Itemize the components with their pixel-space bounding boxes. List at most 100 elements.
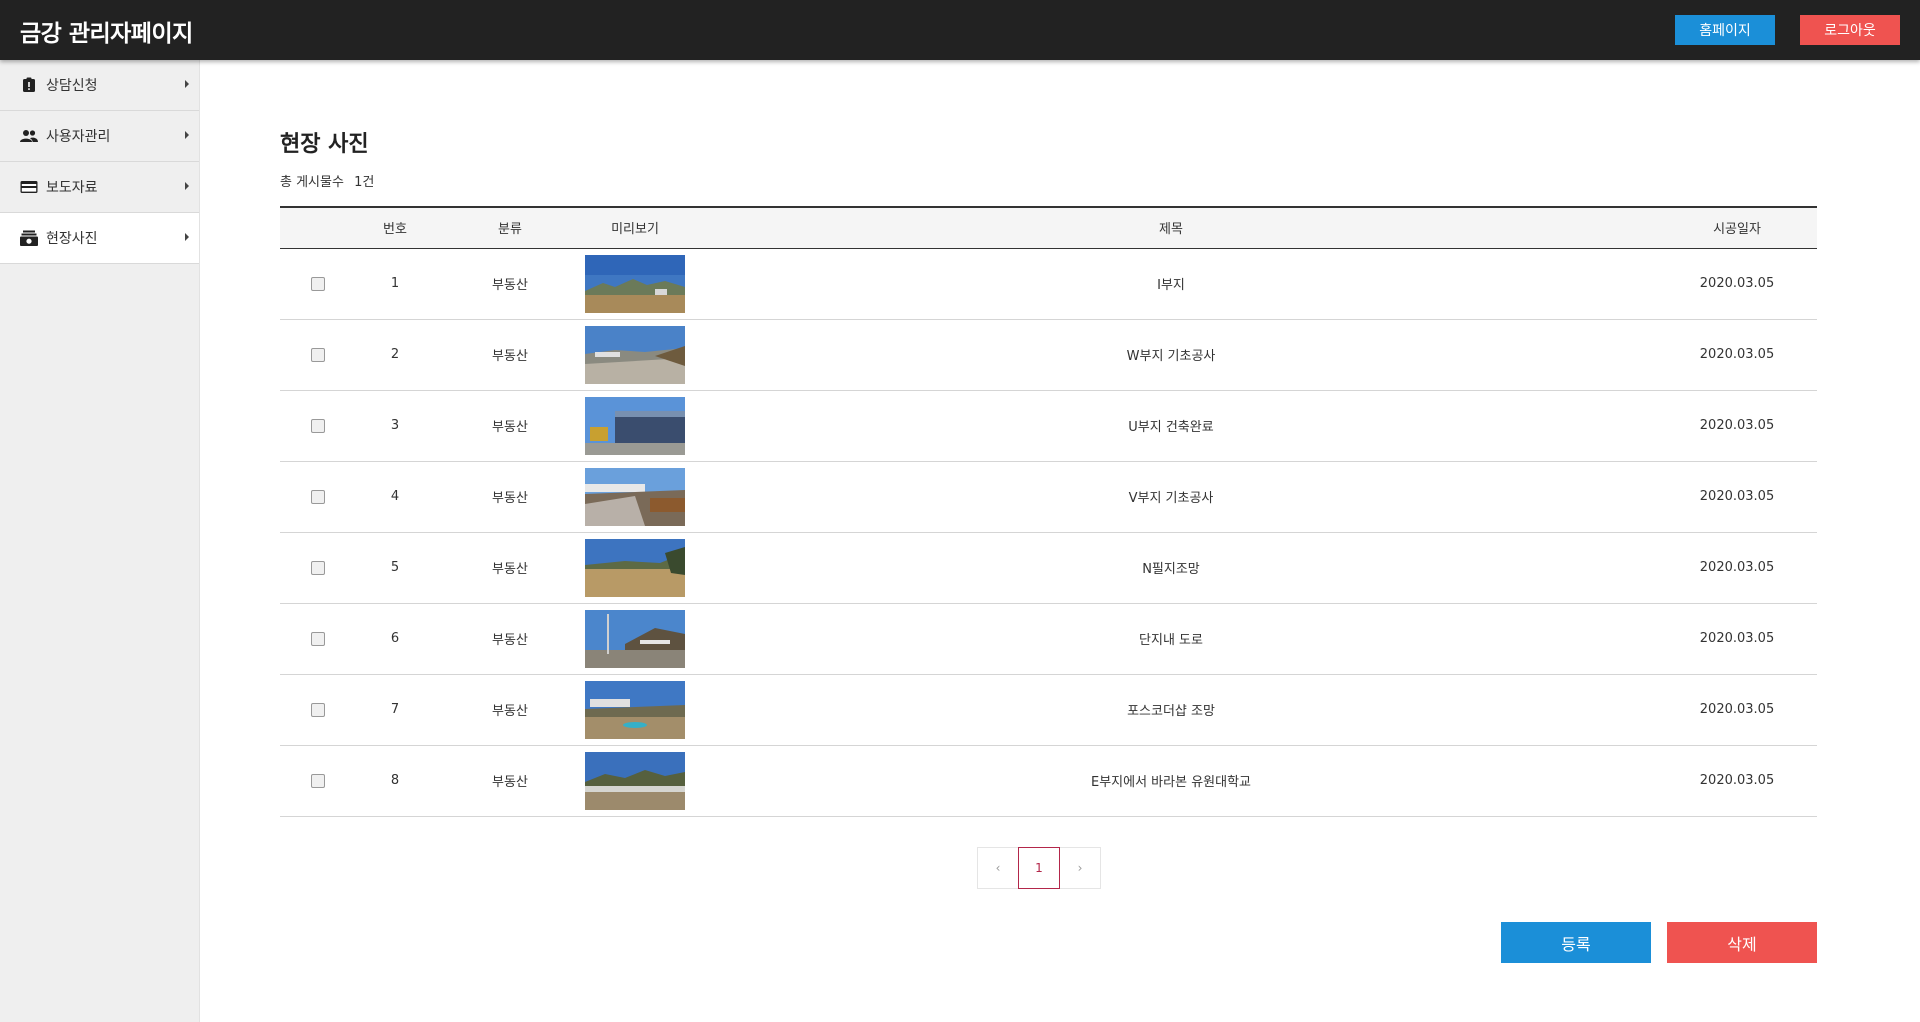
row-category: 부동산 [492, 349, 528, 364]
table-body: 1 부동산 I부지 2020.03.05 2 부동산 W부지 기초공사 2020… [280, 248, 1817, 816]
row-date: 2020.03.05 [1699, 347, 1775, 362]
row-date: 2020.03.05 [1699, 631, 1775, 646]
pagination-next-button[interactable]: › [1059, 847, 1101, 889]
row-title[interactable]: 단지내 도로 [685, 603, 1657, 674]
photo-archive-icon [20, 229, 38, 247]
row-date: 2020.03.05 [1699, 489, 1775, 504]
row-preview-cell [585, 461, 685, 532]
photo-thumbnail[interactable] [585, 396, 685, 455]
sidebar-item-label: 현장사진 [46, 231, 98, 247]
row-title[interactable]: W부지 기초공사 [685, 319, 1657, 390]
row-category: 부동산 [492, 278, 528, 293]
page-title: 현장 사진 [280, 132, 369, 157]
total-count-value: 1건 [354, 175, 375, 190]
sidebar-item-users[interactable]: 사용자관리 [0, 111, 199, 162]
row-title[interactable]: V부지 기초공사 [685, 461, 1657, 532]
row-checkbox[interactable] [310, 418, 325, 433]
row-checkbox[interactable] [310, 631, 325, 646]
row-checkbox[interactable] [310, 773, 325, 788]
table-row: 2 부동산 W부지 기초공사 2020.03.05 [280, 319, 1817, 390]
row-number: 5 [390, 560, 400, 575]
row-title[interactable]: N필지조망 [685, 532, 1657, 603]
row-checkbox[interactable] [310, 347, 325, 362]
row-date: 2020.03.05 [1699, 276, 1775, 291]
row-preview-cell [585, 390, 685, 461]
table-row: 8 부동산 E부지에서 바라본 유원대학교 2020.03.05 [280, 745, 1817, 816]
register-button[interactable]: 등록 [1501, 922, 1651, 963]
row-select-cell [280, 532, 355, 603]
row-preview-cell [585, 745, 685, 816]
table-row: 6 부동산 단지내 도로 2020.03.05 [280, 603, 1817, 674]
column-header-title: 제목 [1159, 222, 1183, 238]
sidebar-item-site-photos[interactable]: 현장사진 [0, 213, 199, 264]
row-category: 부동산 [492, 775, 528, 790]
row-number: 3 [390, 418, 400, 433]
column-header-preview: 미리보기 [611, 222, 659, 238]
sidebar-item-label: 사용자관리 [46, 129, 111, 145]
row-category: 부동산 [492, 704, 528, 719]
row-date: 2020.03.05 [1699, 773, 1775, 788]
row-date: 2020.03.05 [1699, 560, 1775, 575]
homepage-button[interactable]: 홈페이지 [1675, 15, 1775, 45]
row-title[interactable]: E부지에서 바라본 유원대학교 [685, 745, 1657, 816]
photo-thumbnail[interactable] [585, 538, 685, 597]
row-title[interactable]: U부지 건축완료 [685, 390, 1657, 461]
row-select-cell [280, 461, 355, 532]
row-preview-cell [585, 319, 685, 390]
total-count-label: 총 게시물수 [280, 175, 344, 190]
photo-thumbnail[interactable] [585, 467, 685, 526]
column-header-select [280, 207, 355, 248]
row-category: 부동산 [492, 633, 528, 648]
photo-thumbnail[interactable] [585, 609, 685, 668]
row-number: 8 [390, 773, 400, 788]
top-bar: 금강 관리자페이지 홈페이지 로그아웃 [0, 0, 1920, 60]
pagination: ‹ 1 › [977, 847, 1101, 889]
sidebar-item-press[interactable]: 보도자료 [0, 162, 199, 213]
row-select-cell [280, 319, 355, 390]
sidebar-item-label: 상담신청 [46, 78, 98, 94]
caret-right-icon [185, 233, 189, 241]
column-header-number: 번호 [383, 222, 407, 238]
table-row: 4 부동산 V부지 기초공사 2020.03.05 [280, 461, 1817, 532]
pagination-page-button[interactable]: 1 [1018, 847, 1060, 889]
caret-right-icon [185, 80, 189, 88]
row-number: 2 [390, 347, 400, 362]
photo-thumbnail[interactable] [585, 254, 685, 313]
photo-thumbnail[interactable] [585, 751, 685, 810]
card-icon [20, 178, 38, 196]
logout-button[interactable]: 로그아웃 [1800, 15, 1900, 45]
row-select-cell [280, 674, 355, 745]
app-title: 금강 관리자페이지 [20, 21, 193, 47]
photo-thumbnail[interactable] [585, 325, 685, 384]
users-icon [20, 127, 38, 145]
row-checkbox[interactable] [310, 489, 325, 504]
row-date: 2020.03.05 [1699, 418, 1775, 433]
row-preview-cell [585, 674, 685, 745]
row-number: 6 [390, 631, 400, 646]
sidebar: 상담신청 사용자관리 보도자료 현장사진 [0, 60, 200, 1022]
sidebar-item-consultation[interactable]: 상담신청 [0, 60, 199, 111]
row-number: 7 [390, 702, 400, 717]
row-checkbox[interactable] [310, 560, 325, 575]
table-row: 1 부동산 I부지 2020.03.05 [280, 248, 1817, 319]
photo-table: 번호 분류 미리보기 제목 시공일자 1 부동산 I부지 2020.03.05 … [280, 206, 1817, 817]
row-number: 1 [390, 276, 400, 291]
pagination-prev-button[interactable]: ‹ [977, 847, 1019, 889]
row-preview-cell [585, 603, 685, 674]
clipboard-alert-icon [20, 76, 38, 94]
row-date: 2020.03.05 [1699, 702, 1775, 717]
row-number: 4 [390, 489, 400, 504]
total-count: 총 게시물수 1건 [280, 171, 380, 190]
table-row: 3 부동산 U부지 건축완료 2020.03.05 [280, 390, 1817, 461]
row-checkbox[interactable] [310, 276, 325, 291]
column-header-category: 분류 [498, 222, 522, 238]
row-category: 부동산 [492, 491, 528, 506]
table-header-row: 번호 분류 미리보기 제목 시공일자 [280, 207, 1817, 248]
row-title[interactable]: I부지 [685, 248, 1657, 319]
photo-thumbnail[interactable] [585, 680, 685, 739]
row-checkbox[interactable] [310, 702, 325, 717]
row-select-cell [280, 745, 355, 816]
row-title[interactable]: 포스코더샵 조망 [685, 674, 1657, 745]
row-select-cell [280, 603, 355, 674]
delete-button[interactable]: 삭제 [1667, 922, 1817, 963]
